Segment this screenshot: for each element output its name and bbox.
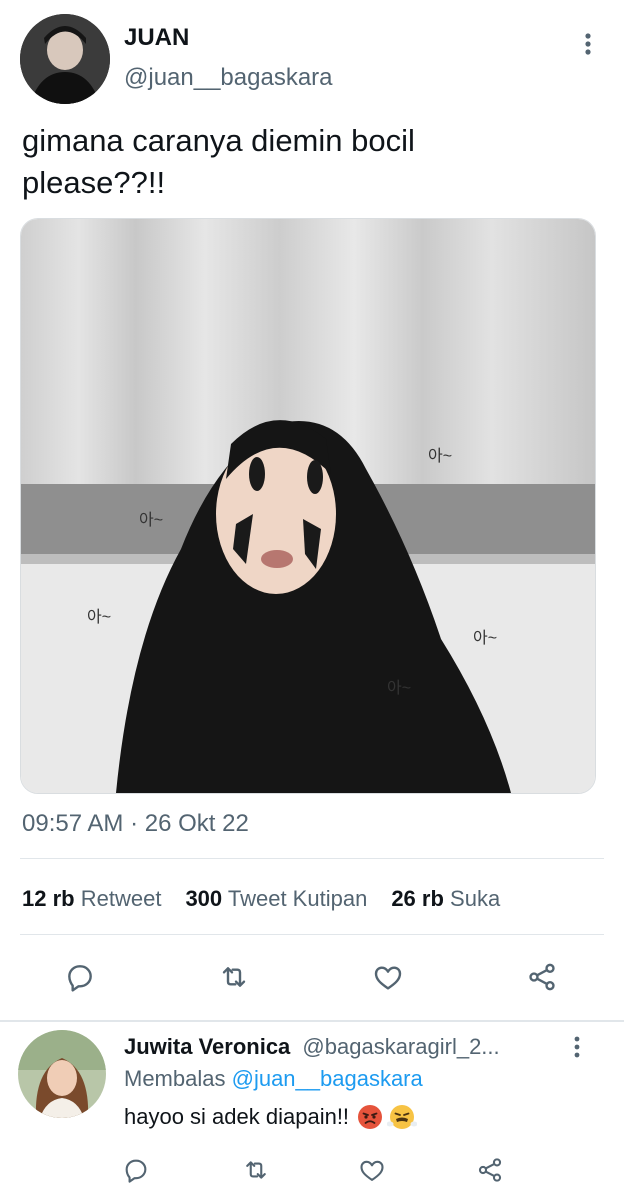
likes-label: Suka: [450, 886, 501, 911]
reply-reply-button[interactable]: [116, 1150, 156, 1190]
reply-button[interactable]: [60, 957, 100, 997]
likes-count: 26 rb: [391, 886, 444, 911]
reply-icon: [68, 965, 92, 992]
tweet-text-line: gimana caranya diemin bocil: [22, 123, 415, 158]
tweet-stats: 12 rb Retweet 300 Tweet Kutipan 26 rb Su…: [22, 886, 500, 912]
replying-to-link[interactable]: @juan__bagaskara: [232, 1066, 423, 1091]
retweet-icon: [222, 967, 246, 987]
quotes-label: Tweet Kutipan: [227, 886, 368, 911]
reply-more-options-icon[interactable]: [568, 1034, 586, 1062]
reply-author-avatar[interactable]: [18, 1030, 106, 1118]
retweet-icon: [246, 1161, 266, 1179]
tweet-timestamp[interactable]: 09:57 AM · 26 Okt 22: [22, 810, 249, 838]
tweet-image[interactable]: 아~ 아~ 아~ 아~ 아~: [20, 218, 596, 794]
reply-retweet-button[interactable]: [236, 1150, 276, 1190]
divider: [20, 934, 604, 935]
likes-stat[interactable]: 26 rb Suka: [391, 886, 500, 912]
reply-author-handle[interactable]: @bagaskaragirl_2...: [302, 1034, 499, 1059]
quotes-count: 300: [185, 886, 223, 911]
retweet-button[interactable]: [214, 957, 254, 997]
share-icon: [478, 1158, 502, 1182]
quotes-stat[interactable]: 300 Tweet Kutipan: [185, 886, 367, 912]
share-button[interactable]: [522, 957, 562, 997]
image-caption-mark: 아~: [473, 630, 498, 647]
angry-face-icon: [357, 1104, 383, 1130]
image-caption-mark: 아~: [428, 448, 453, 465]
divider: [0, 1020, 624, 1022]
retweets-label: Retweet: [80, 886, 162, 911]
replying-to: Membalas @juan__bagaskara: [124, 1066, 423, 1092]
tweet-text: gimana caranya diemin bocil please??!!: [22, 120, 415, 204]
retweets-stat[interactable]: 12 rb Retweet: [22, 886, 161, 912]
replying-prefix: Membalas: [124, 1066, 226, 1091]
share-icon: [529, 963, 555, 991]
image-caption-mark: 아~: [87, 609, 112, 626]
retweets-count: 12 rb: [22, 886, 75, 911]
author-handle[interactable]: @juan__bagaskara: [124, 64, 333, 92]
author-name[interactable]: JUAN: [124, 24, 189, 52]
tweet-date: 26 Okt 22: [144, 810, 249, 837]
reply-icon: [125, 1159, 147, 1183]
image-caption-mark: 아~: [139, 512, 164, 529]
photo-illustration: [21, 219, 595, 793]
more-options-icon[interactable]: [578, 30, 598, 60]
reply-author-name[interactable]: Juwita Veronica: [124, 1034, 290, 1059]
image-caption-mark: 아~: [387, 680, 412, 697]
tweet-text-line: please??!!: [22, 165, 166, 200]
tweet-time: 09:57 AM: [22, 810, 124, 837]
timestamp-separator: ·: [130, 810, 139, 837]
divider: [20, 858, 604, 859]
reply-text: hayoo si adek diapain!!: [124, 1104, 350, 1129]
reply-like-button[interactable]: [352, 1150, 392, 1190]
reply-share-button[interactable]: [470, 1150, 510, 1190]
reply-header: Juwita Veronica @bagaskaragirl_2...: [124, 1034, 500, 1060]
like-icon: [360, 1160, 384, 1181]
steam-face-icon: [386, 1104, 418, 1130]
like-button[interactable]: [368, 957, 408, 997]
author-avatar[interactable]: [20, 14, 110, 104]
reply-text-row: hayoo si adek diapain!!: [124, 1104, 418, 1130]
like-icon: [374, 966, 402, 990]
